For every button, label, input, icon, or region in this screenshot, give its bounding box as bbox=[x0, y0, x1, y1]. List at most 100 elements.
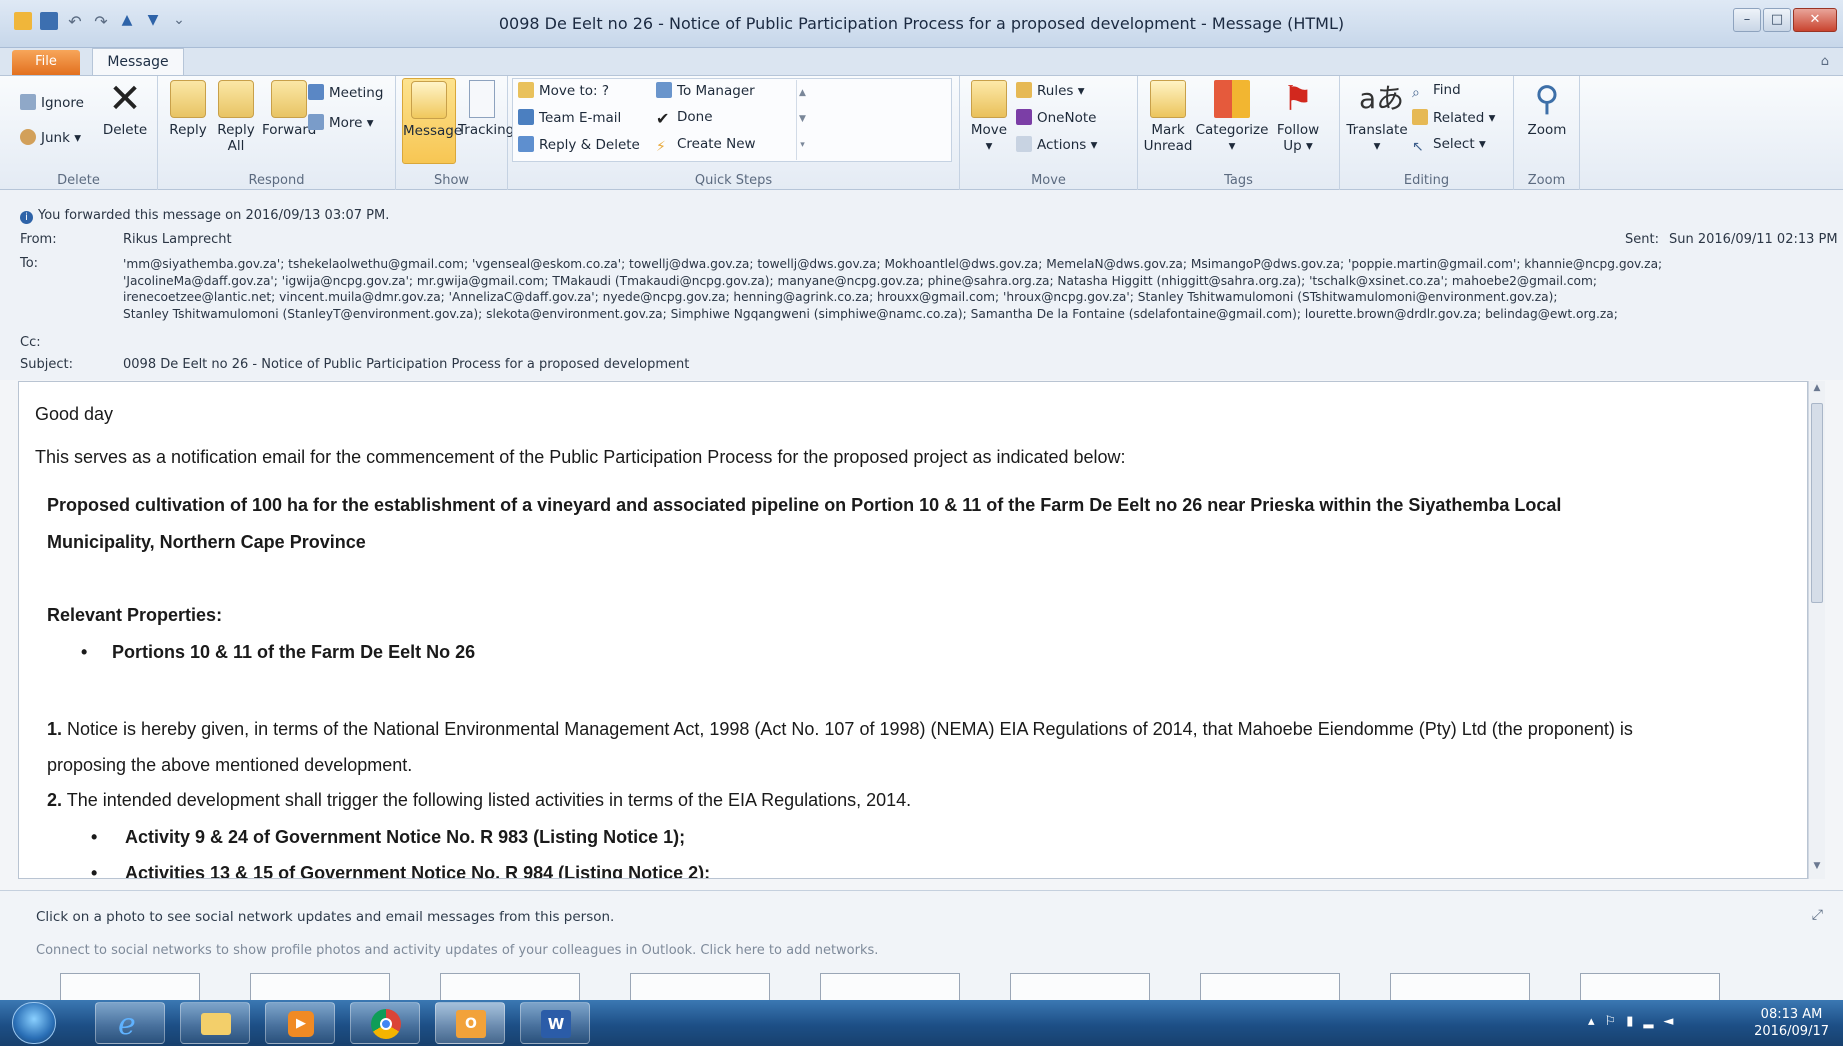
quick-step-to-manager[interactable]: To Manager bbox=[656, 82, 755, 99]
start-button[interactable] bbox=[12, 1002, 56, 1044]
reply-all-label-1: Reply bbox=[217, 122, 255, 138]
relevant-properties-heading: Relevant Properties: bbox=[47, 605, 223, 625]
reply-all-button[interactable]: Reply All bbox=[214, 80, 258, 154]
maximize-button[interactable]: □ bbox=[1763, 8, 1791, 32]
tracking-button[interactable]: Tracking bbox=[458, 80, 514, 138]
meeting-icon bbox=[308, 84, 324, 100]
action-center-flag-icon[interactable]: ⚐ bbox=[1605, 1014, 1627, 1029]
taskbar-media-player[interactable]: ▶ bbox=[265, 1002, 335, 1044]
translate-button[interactable]: aあ Translate ▾ bbox=[1344, 80, 1410, 154]
taskbar-file-explorer[interactable] bbox=[180, 1002, 250, 1044]
close-button[interactable]: ✕ bbox=[1793, 8, 1837, 32]
ignore-button[interactable]: Ignore bbox=[20, 94, 84, 111]
mark-unread-icon bbox=[1150, 80, 1186, 118]
tab-file[interactable]: File bbox=[12, 50, 80, 75]
help-icon[interactable]: ⌂ bbox=[1821, 54, 1829, 69]
group-zoom: ⚲ Zoom Zoom bbox=[1514, 76, 1580, 190]
subject-text: 0098 De Eelt no 26 - Notice of Public Pa… bbox=[123, 357, 690, 372]
sent-label: Sent: bbox=[1625, 232, 1659, 247]
sent-date: Sun 2016/09/11 02:13 PM bbox=[1669, 232, 1838, 247]
bullet-icon: • bbox=[91, 827, 98, 847]
internet-explorer-icon: e bbox=[118, 1007, 136, 1042]
zoom-button[interactable]: ⚲ Zoom bbox=[1520, 80, 1574, 138]
quick-step-done[interactable]: ✔ Done bbox=[656, 109, 713, 128]
cc-label: Cc: bbox=[20, 335, 41, 350]
window-title: 0098 De Eelt no 26 - Notice of Public Pa… bbox=[498, 14, 1345, 33]
to-line: irenecoetzee@lantic.net; vincent.muila@d… bbox=[123, 290, 1558, 304]
categorize-label: Categorize bbox=[1195, 122, 1269, 138]
team-email-label: Team E-mail bbox=[539, 110, 622, 126]
actions-button[interactable]: Actions ▾ bbox=[1016, 136, 1097, 153]
taskbar-word[interactable]: W bbox=[520, 1002, 590, 1044]
contact-photo[interactable] bbox=[250, 973, 390, 1003]
body-scrollbar[interactable]: ▲ ▼ bbox=[1808, 381, 1825, 879]
flag-icon: ⚑ bbox=[1282, 79, 1314, 119]
contact-photo[interactable] bbox=[1390, 973, 1530, 1003]
rules-button[interactable]: Rules ▾ bbox=[1016, 82, 1085, 99]
expand-pane-icon[interactable]: ⤢ bbox=[1812, 907, 1823, 923]
quick-step-move-to[interactable]: Move to: ? bbox=[518, 82, 609, 99]
sender-name[interactable]: Rikus Lamprecht bbox=[123, 232, 232, 247]
scroll-down-icon[interactable]: ▼ bbox=[1810, 861, 1824, 877]
network-signal-icon[interactable]: ▂ bbox=[1643, 1014, 1663, 1029]
scroll-thumb[interactable] bbox=[1811, 403, 1823, 603]
quick-step-create-new[interactable]: ⚡ Create New bbox=[656, 136, 756, 156]
translate-icon: aあ bbox=[1359, 82, 1405, 115]
contact-photo[interactable] bbox=[820, 973, 960, 1003]
contact-photo[interactable] bbox=[1010, 973, 1150, 1003]
system-tray[interactable]: ▴⚐▮▂◄ bbox=[1588, 1014, 1683, 1029]
taskbar-outlook[interactable]: O bbox=[435, 1002, 505, 1044]
tracking-label: Tracking bbox=[458, 122, 515, 138]
move-to-label: Move to: ? bbox=[539, 83, 610, 99]
scroll-up-icon[interactable]: ▲ bbox=[1810, 383, 1824, 399]
group-show: Message Tracking Show bbox=[396, 76, 514, 190]
contact-photo[interactable] bbox=[1580, 973, 1720, 1003]
team-email-icon bbox=[518, 109, 534, 125]
volume-icon[interactable]: ◄ bbox=[1663, 1014, 1683, 1029]
more-label: More bbox=[329, 115, 363, 131]
follow-up-button[interactable]: ⚑ Follow Up ▾ bbox=[1272, 80, 1324, 154]
quick-step-reply-delete[interactable]: Reply & Delete bbox=[518, 136, 640, 153]
contact-photo[interactable] bbox=[1200, 973, 1340, 1003]
rules-label: Rules bbox=[1037, 83, 1074, 99]
select-button[interactable]: ↖ Select ▾ bbox=[1412, 136, 1486, 156]
show-hidden-icons-icon[interactable]: ▴ bbox=[1588, 1014, 1605, 1029]
message-header: i You forwarded this message on 2016/09/1… bbox=[0, 190, 1843, 380]
move-button[interactable]: Move ▾ bbox=[966, 80, 1012, 154]
reply-button[interactable]: Reply bbox=[166, 80, 210, 138]
taskbar-internet-explorer[interactable]: e bbox=[95, 1002, 165, 1044]
categorize-button[interactable]: Categorize ▾ bbox=[1194, 80, 1270, 154]
quick-steps-scroll[interactable]: ▲ ▼ ▾ bbox=[796, 80, 808, 160]
contact-photo[interactable] bbox=[440, 973, 580, 1003]
message-body[interactable]: Good day This serves as a notification e… bbox=[18, 381, 1808, 879]
delete-button[interactable]: ✕ Delete bbox=[100, 76, 150, 138]
battery-icon[interactable]: ▮ bbox=[1626, 1014, 1643, 1029]
more-button[interactable]: More ▾ bbox=[308, 114, 374, 131]
find-button[interactable]: ⌕ Find bbox=[1412, 82, 1461, 102]
lightning-icon: ⚡ bbox=[656, 139, 666, 155]
tab-message[interactable]: Message bbox=[92, 48, 184, 75]
connect-social-networks-link[interactable]: Connect to social networks to show profi… bbox=[36, 943, 878, 958]
delete-x-icon: ✕ bbox=[108, 76, 142, 122]
taskbar-clock[interactable]: 08:13 AM 2016/09/17 bbox=[1754, 1006, 1829, 1040]
onenote-button[interactable]: OneNote bbox=[1016, 109, 1096, 126]
junk-button[interactable]: Junk ▾ bbox=[20, 129, 81, 146]
actions-icon bbox=[1016, 136, 1032, 152]
taskbar-chrome[interactable] bbox=[350, 1002, 420, 1044]
done-label: Done bbox=[677, 109, 713, 125]
related-button[interactable]: Related ▾ bbox=[1412, 109, 1495, 126]
meeting-button[interactable]: Meeting bbox=[308, 84, 383, 101]
mark-unread-button[interactable]: Mark Unread bbox=[1142, 80, 1194, 154]
contact-photo[interactable] bbox=[630, 973, 770, 1003]
notice-1-number: 1. bbox=[47, 719, 63, 739]
quick-step-team-email[interactable]: Team E-mail bbox=[518, 109, 621, 126]
contact-photo[interactable] bbox=[60, 973, 200, 1003]
message-button[interactable]: Message bbox=[402, 78, 462, 164]
to-recipients[interactable]: 'mm@siyathemba.gov.za'; tshekelaolwethu@… bbox=[123, 256, 1773, 322]
create-new-label: Create New bbox=[677, 136, 756, 152]
group-label-editing: Editing bbox=[1403, 173, 1450, 188]
forwarded-infobar[interactable]: i You forwarded this message on 2016/09/1… bbox=[20, 208, 389, 224]
related-icon bbox=[1412, 109, 1428, 125]
minimize-button[interactable]: – bbox=[1733, 8, 1761, 32]
group-editing: aあ Translate ▾ ⌕ Find Related ▾ ↖ Select ▾ … bbox=[1340, 76, 1514, 190]
